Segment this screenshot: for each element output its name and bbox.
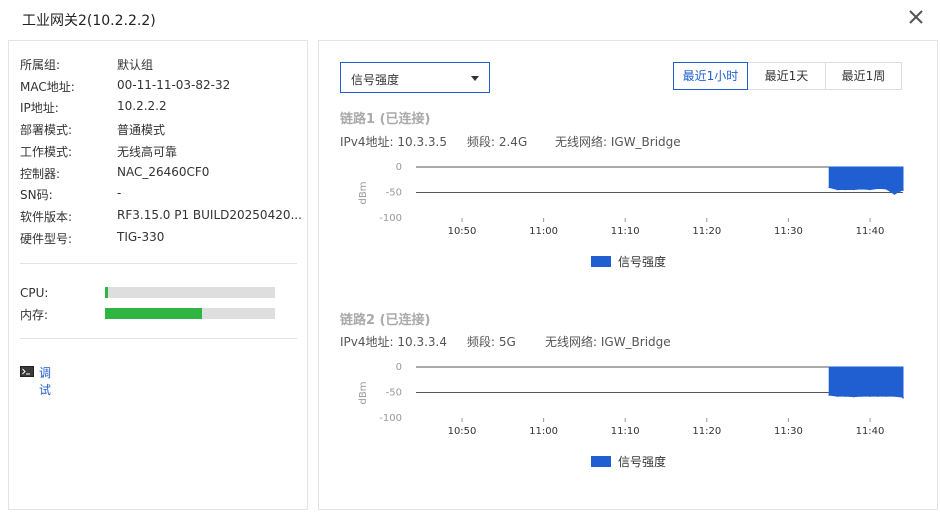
y-tick-label: 0 xyxy=(396,162,402,173)
cpu-usage-bar xyxy=(105,287,275,298)
data-point xyxy=(828,186,830,189)
info-value: TIG-330 xyxy=(117,230,165,244)
x-tick-label: 11:30 xyxy=(774,426,803,437)
legend-swatch xyxy=(591,256,611,267)
data-point xyxy=(828,394,830,396)
divider xyxy=(20,338,297,339)
data-point xyxy=(902,189,904,191)
info-value: 普通模式 xyxy=(117,123,166,137)
data-point xyxy=(869,395,871,397)
cpu-label: CPU: xyxy=(20,286,49,300)
data-point xyxy=(885,395,888,397)
link-1-ipv4: IPv4地址: 10.3.3.5 xyxy=(340,135,447,149)
data-point xyxy=(893,193,896,195)
data-point xyxy=(902,396,904,399)
legend-label: 信号强度 xyxy=(618,454,666,469)
signal-panel: 信号强度 最近1小时 最近1天 最近1周 链路1 (已连接) IPv4地址: 1… xyxy=(318,40,938,510)
link-1-meta: IPv4地址: 10.3.3.5 频段: 2.4G 无线网络: IGW_Brid… xyxy=(340,133,740,149)
link-1-band: 频段: 2.4G xyxy=(467,135,528,149)
data-point xyxy=(877,395,879,397)
link-2-ipv4: IPv4地址: 10.3.3.4 xyxy=(340,335,447,349)
x-tick-label: 11:30 xyxy=(774,226,803,237)
debug-label[interactable]: 调试 xyxy=(39,364,51,398)
signal-area xyxy=(828,366,904,400)
info-key: SN码: xyxy=(20,188,53,202)
data-point xyxy=(836,188,839,191)
info-key: 部署模式: xyxy=(20,123,73,137)
link-2-band: 频段: 5G xyxy=(467,335,516,349)
info-value: RF3.15.0 P1 BUILD20250420... xyxy=(117,208,302,222)
link-2-signal-chart: 0 -50 -100 dBm 10:50 11:00 11:10 11:20 11:30 11:4… xyxy=(358,362,904,469)
data-point xyxy=(852,188,855,191)
link-2-meta: IPv4地址: 10.3.3.4 频段: 5G 无线网络: IGW_Bridge xyxy=(340,333,740,349)
y-tick-label: 0 xyxy=(396,362,402,373)
info-key: MAC地址: xyxy=(20,80,75,94)
info-value: 00-11-11-03-82-32 xyxy=(117,78,231,92)
metric-select-value: 信号强度 xyxy=(351,73,400,87)
data-point xyxy=(861,188,863,190)
x-tick-label: 11:00 xyxy=(529,226,558,237)
data-point xyxy=(852,395,855,398)
x-tick-label: 10:50 xyxy=(448,226,477,237)
info-value: 无线高可靠 xyxy=(117,145,178,159)
time-range-group: 最近1小时 最近1天 最近1周 xyxy=(673,62,903,90)
memory-label: 内存: xyxy=(20,308,49,322)
y-tick-label: -100 xyxy=(379,413,402,424)
close-icon[interactable] xyxy=(907,8,925,26)
x-tick-label: 11:10 xyxy=(611,226,640,237)
cpu-usage-fill xyxy=(105,287,109,298)
info-key: 软件版本: xyxy=(20,210,73,224)
link-2-ssid: 无线网络: IGW_Bridge xyxy=(545,335,671,349)
link-1-title: 链路1 (已连接) xyxy=(340,112,431,127)
info-key: 硬件型号: xyxy=(20,232,73,246)
data-point xyxy=(885,188,888,190)
y-axis-label: dBm xyxy=(358,382,369,405)
range-1-hour-button[interactable]: 最近1小时 xyxy=(673,62,748,90)
y-tick-label: -50 xyxy=(386,188,402,199)
info-key: IP地址: xyxy=(20,101,59,115)
info-value: 10.2.2.2 xyxy=(117,99,167,113)
info-key: 工作模式: xyxy=(20,145,73,159)
data-point xyxy=(877,187,879,190)
data-point xyxy=(869,188,871,191)
range-1-week-button[interactable]: 最近1周 xyxy=(825,62,902,90)
info-value: NAC_26460CF0 xyxy=(117,165,210,179)
x-tick-label: 11:20 xyxy=(692,426,721,437)
caret-down-icon xyxy=(471,76,479,81)
y-tick-label: -100 xyxy=(379,213,402,224)
link-1-ssid: 无线网络: IGW_Bridge xyxy=(555,135,681,149)
x-tick-label: 10:50 xyxy=(448,426,477,437)
dialog-title: 工业网关2(10.2.2.2) xyxy=(22,13,156,29)
memory-usage-fill xyxy=(105,308,202,319)
terminal-icon xyxy=(20,366,34,377)
data-point xyxy=(836,395,839,397)
info-key: 所属组: xyxy=(20,58,61,72)
info-value: 默认组 xyxy=(117,58,154,72)
x-tick-label: 11:40 xyxy=(856,226,885,237)
data-point xyxy=(861,395,863,397)
link-1-signal-chart: 0 -50 -100 dBm 10:50 11:00 11:10 11:20 11:30 11:4… xyxy=(358,162,904,269)
x-tick-label: 11:00 xyxy=(529,426,558,437)
link-2-title: 链路2 (已连接) xyxy=(340,313,431,328)
legend-label: 信号强度 xyxy=(618,254,666,269)
y-tick-label: -50 xyxy=(386,388,402,399)
metric-select[interactable]: 信号强度 xyxy=(340,62,490,93)
x-tick-label: 11:40 xyxy=(856,426,885,437)
memory-usage-bar xyxy=(105,308,275,319)
data-point xyxy=(844,395,847,397)
range-1-day-button[interactable]: 最近1天 xyxy=(747,62,826,90)
data-point xyxy=(893,395,896,397)
signal-area xyxy=(828,166,904,195)
info-key: 控制器: xyxy=(20,167,61,181)
dialog-titlebar: 工业网关2(10.2.2.2) xyxy=(0,0,940,38)
data-point xyxy=(844,188,847,191)
divider xyxy=(20,263,297,264)
x-tick-label: 11:10 xyxy=(611,426,640,437)
legend-swatch xyxy=(591,456,611,467)
device-info-panel: 所属组: 默认组 MAC地址: 00-11-11-03-82-32 IP地址: … xyxy=(8,40,308,510)
y-axis-label: dBm xyxy=(358,182,369,205)
x-tick-label: 11:20 xyxy=(692,226,721,237)
info-value: - xyxy=(117,186,122,200)
